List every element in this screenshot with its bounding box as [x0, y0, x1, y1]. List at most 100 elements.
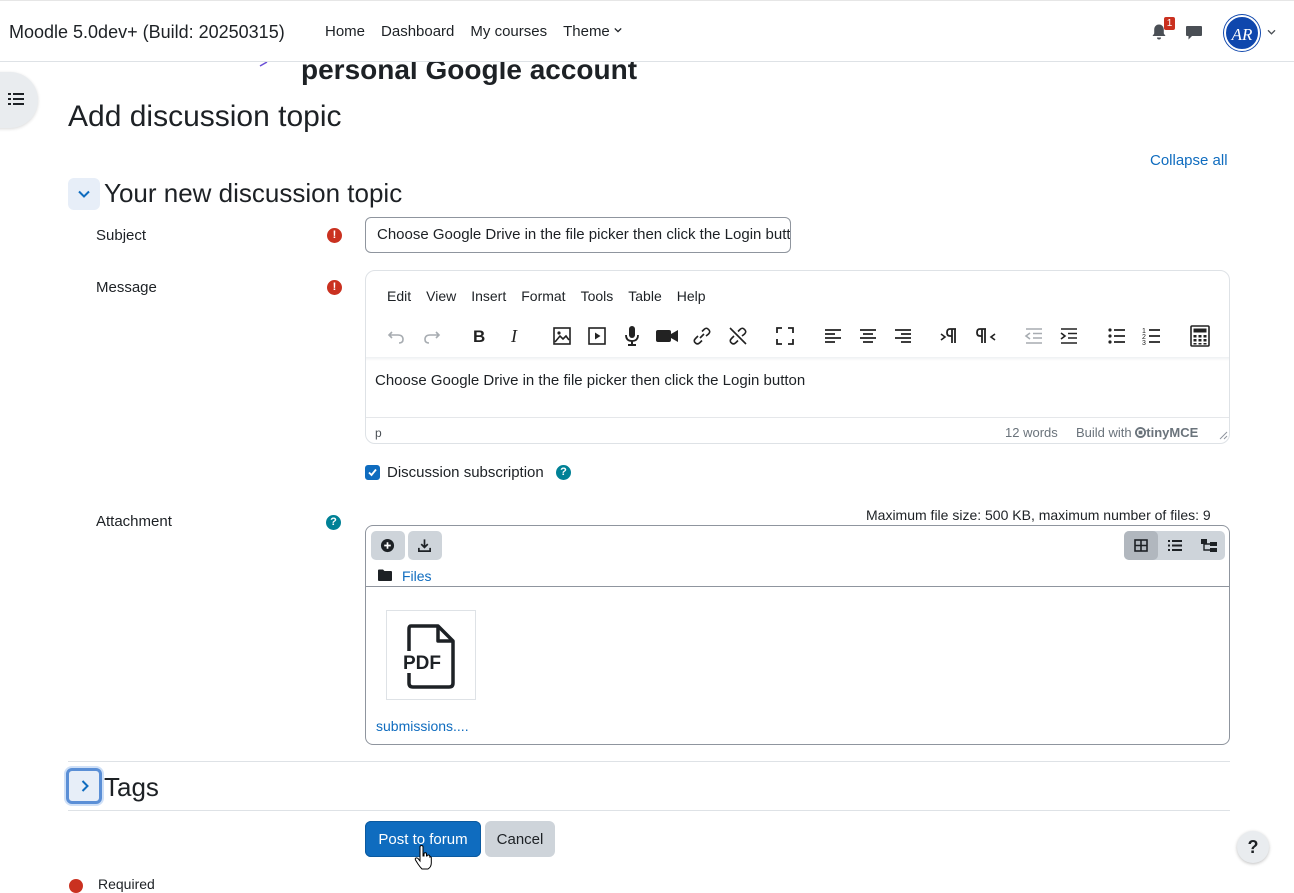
pdf-file-icon: PDF	[402, 624, 455, 689]
course-index-toggle[interactable]	[0, 72, 38, 128]
nav-theme[interactable]: Theme	[563, 23, 622, 40]
calculator-icon	[1190, 325, 1210, 347]
fullscreen-button[interactable]	[773, 324, 797, 348]
subject-input[interactable]: Choose Google Drive in the file picker t…	[365, 217, 791, 253]
page-title: Add discussion topic	[68, 100, 342, 133]
menu-tools[interactable]: Tools	[581, 288, 614, 304]
equation-editor-button[interactable]	[1188, 324, 1212, 348]
svg-text:I: I	[510, 326, 518, 346]
align-right-button[interactable]	[891, 324, 915, 348]
primary-navigation: Home Dashboard My courses Theme	[325, 23, 638, 40]
view-tree-button[interactable]	[1191, 531, 1225, 560]
view-list-button[interactable]	[1158, 531, 1192, 560]
svg-text:3: 3	[1142, 340, 1146, 347]
italic-button[interactable]: I	[503, 324, 527, 348]
outdent-button[interactable]	[1022, 324, 1046, 348]
cancel-button[interactable]: Cancel	[485, 821, 555, 857]
chevron-down-icon	[78, 190, 90, 198]
menu-help[interactable]: Help	[677, 288, 706, 304]
file-thumbnail[interactable]: PDF	[386, 610, 476, 700]
file-name-link[interactable]: submissions....	[376, 718, 469, 734]
indent-icon	[1060, 328, 1077, 344]
menu-insert[interactable]: Insert	[471, 288, 506, 304]
section-divider	[68, 810, 1230, 811]
help-icon[interactable]: ?	[556, 465, 571, 480]
fullscreen-icon	[776, 327, 794, 345]
pdf-type-label: PDF	[403, 653, 441, 674]
nav-home[interactable]: Home	[325, 23, 365, 40]
list-icon	[1168, 540, 1182, 551]
italic-icon: I	[510, 326, 518, 346]
messages-icon[interactable]	[1185, 24, 1203, 41]
ltr-button[interactable]	[938, 324, 962, 348]
tags-section-toggle[interactable]	[66, 768, 102, 804]
section-collapse-toggle[interactable]	[68, 178, 100, 210]
ltr-icon	[940, 328, 956, 343]
link-button[interactable]	[690, 324, 714, 348]
image-button[interactable]	[550, 324, 574, 348]
site-brand[interactable]: Moodle 5.0dev+ (Build: 20250315)	[9, 22, 285, 43]
unlink-icon	[729, 327, 747, 345]
attachment-label: Attachment	[96, 513, 172, 530]
discussion-subscription-checkbox[interactable]	[365, 465, 380, 480]
tinymce-logo-icon	[1135, 427, 1147, 438]
word-count[interactable]: 12 words	[1005, 425, 1058, 440]
rtl-button[interactable]	[974, 324, 998, 348]
chevron-down-icon	[614, 27, 622, 33]
menu-format[interactable]: Format	[521, 288, 565, 304]
tinymce-branding[interactable]: Build with tinyMCE	[1076, 425, 1198, 440]
required-icon: !	[327, 228, 342, 243]
undo-button[interactable]	[384, 324, 408, 348]
max-file-size-note: Maximum file size: 500 KB, maximum numbe…	[866, 507, 1211, 523]
files-root-link[interactable]: Files	[402, 568, 432, 584]
list-icon	[8, 93, 24, 105]
bullet-list-icon	[1108, 328, 1125, 344]
align-center-button[interactable]	[856, 324, 880, 348]
video-camera-icon	[656, 330, 678, 342]
redo-icon	[424, 331, 441, 344]
required-icon: !	[327, 280, 342, 295]
element-path[interactable]: p	[375, 426, 382, 440]
redo-button[interactable]	[420, 324, 444, 348]
bullet-list-button[interactable]	[1105, 324, 1129, 348]
message-editor: Edit View Insert Format Tools Table Help…	[365, 270, 1230, 444]
align-left-button[interactable]	[821, 324, 845, 348]
unlink-button[interactable]	[726, 324, 750, 348]
build-with-text: Build with	[1076, 425, 1132, 440]
required-note: Required	[98, 876, 155, 892]
help-icon[interactable]: ?	[326, 515, 341, 530]
svg-text:B: B	[473, 327, 485, 346]
add-file-button[interactable]	[371, 531, 405, 560]
menu-view[interactable]: View	[426, 288, 456, 304]
collapse-all-link[interactable]: Collapse all	[1150, 152, 1228, 169]
help-button[interactable]: ?	[1237, 831, 1269, 863]
editor-statusbar: p 12 words Build with tinyMCE	[366, 417, 1229, 443]
rtl-icon	[976, 328, 996, 343]
indent-button[interactable]	[1057, 324, 1081, 348]
menu-edit[interactable]: Edit	[387, 288, 411, 304]
file-manager: Files PDF submissions....	[365, 525, 1230, 745]
nav-my-courses[interactable]: My courses	[470, 23, 547, 40]
user-avatar[interactable]: AR	[1224, 15, 1260, 51]
view-switcher	[1124, 531, 1225, 560]
file-manager-divider	[366, 586, 1229, 587]
record-audio-button[interactable]	[620, 324, 644, 348]
bold-button[interactable]: B	[467, 324, 491, 348]
view-icons-button[interactable]	[1124, 531, 1158, 560]
media-button[interactable]	[585, 324, 609, 348]
download-button[interactable]	[408, 531, 442, 560]
menu-table[interactable]: Table	[628, 288, 661, 304]
record-video-button[interactable]	[655, 324, 679, 348]
hand-cursor-icon	[414, 845, 432, 870]
chevron-down-icon[interactable]	[1267, 29, 1276, 36]
editor-content[interactable]: Choose Google Drive in the file picker t…	[375, 372, 805, 389]
numbered-list-button[interactable]: 123	[1140, 324, 1164, 348]
link-icon	[693, 327, 711, 345]
nav-dashboard[interactable]: Dashboard	[381, 23, 454, 40]
chevron-right-icon	[81, 780, 89, 792]
discussion-subscription-label[interactable]: Discussion subscription	[387, 464, 544, 481]
resize-handle-icon[interactable]	[1219, 431, 1228, 440]
numbered-list-icon: 123	[1142, 328, 1160, 347]
bold-icon: B	[473, 327, 485, 346]
toolbar-divider	[366, 357, 1229, 361]
